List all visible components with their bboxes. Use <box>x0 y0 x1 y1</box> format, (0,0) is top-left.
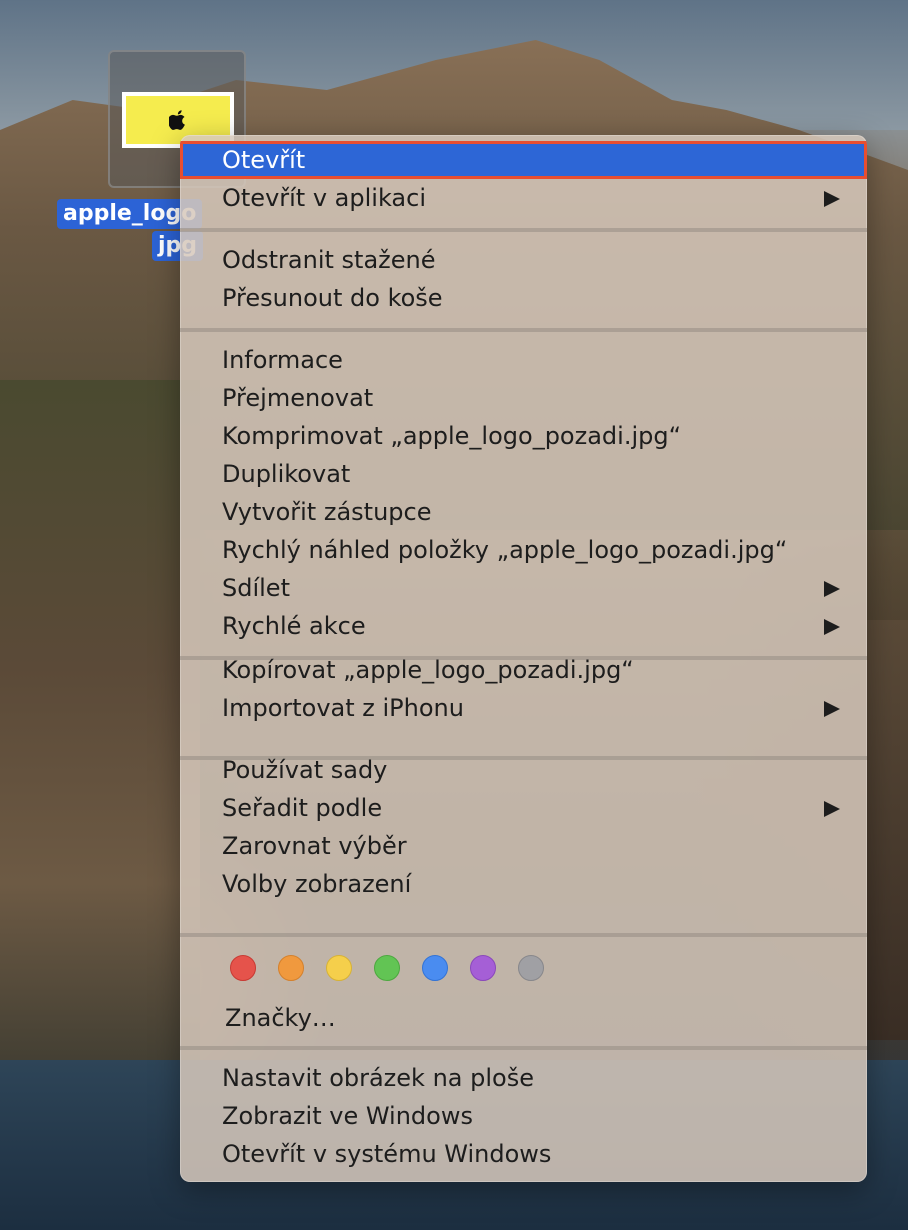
menu-item-1-0[interactable]: Odstranit stažené <box>180 241 867 279</box>
menu-item-label: Odstranit stažené <box>222 246 436 274</box>
menu-item-2-2[interactable]: Komprimovat „apple_logo_pozadi.jpg“ <box>180 417 867 455</box>
menu-separator <box>180 933 867 937</box>
submenu-arrow-icon <box>824 701 840 717</box>
menu-item-3-1[interactable]: Importovat z iPhonu <box>180 689 867 727</box>
menu-item-label: Zobrazit ve Windows <box>222 1102 473 1130</box>
context-menu: Značky… Otevřít Otevřít v aplikaci Odstran… <box>180 135 867 1182</box>
menu-item-label: Sdílet <box>222 574 290 602</box>
menu-item-2-7[interactable]: Rychlé akce <box>180 607 867 645</box>
menu-item-2-6[interactable]: Sdílet <box>180 569 867 607</box>
menu-item-1-1[interactable]: Přesunout do koše <box>180 279 867 317</box>
menu-item-2-4[interactable]: Vytvořit zástupce <box>180 493 867 531</box>
wallpaper-cliff <box>0 380 200 1100</box>
submenu-arrow-icon <box>824 581 840 597</box>
menu-item-0-1[interactable]: Otevřít v aplikaci <box>180 179 867 217</box>
menu-item-2-3[interactable]: Duplikovat <box>180 455 867 493</box>
menu-item-2-1[interactable]: Přejmenovat <box>180 379 867 417</box>
tag-red-icon[interactable] <box>230 955 256 981</box>
submenu-arrow-icon <box>824 801 840 817</box>
menu-separator <box>180 228 867 232</box>
menu-item-label: Používat sady <box>222 756 388 784</box>
menu-item-label: Zarovnat výběr <box>222 832 407 860</box>
menu-item-label: Volby zobrazení <box>222 870 412 898</box>
menu-item-label: Importovat z iPhonu <box>222 694 464 722</box>
menu-item-label: Informace <box>222 346 343 374</box>
menu-separator <box>180 1046 867 1050</box>
menu-item-label: Otevřít v aplikaci <box>222 184 426 212</box>
menu-item-label: Kopírovat „apple_logo_pozadi.jpg“ <box>222 656 634 684</box>
menu-item-label: Otevřít <box>222 146 306 174</box>
menu-item-label: Přesunout do koše <box>222 284 443 312</box>
menu-separator <box>180 328 867 332</box>
menu-item-label: Přejmenovat <box>222 384 374 412</box>
menu-item-label: Rychlý náhled položky „apple_logo_pozadi… <box>222 536 788 564</box>
menu-item-label: Rychlé akce <box>222 612 366 640</box>
menu-item-label: Komprimovat „apple_logo_pozadi.jpg“ <box>222 422 682 450</box>
tag-colors-row <box>180 955 867 989</box>
menu-item-4-3[interactable]: Volby zobrazení <box>180 865 867 903</box>
desktop-wallpaper: apple_logo jpg Značky… Otevřít Otevřít v … <box>0 0 908 1230</box>
tag-orange-icon[interactable] <box>278 955 304 981</box>
menu-item-3-0[interactable]: Kopírovat „apple_logo_pozadi.jpg“ <box>180 651 867 689</box>
menu-item-label: Nastavit obrázek na ploše <box>222 1064 534 1092</box>
menu-item-label: Vytvořit zástupce <box>222 498 432 526</box>
menu-item-2-5[interactable]: Rychlý náhled položky „apple_logo_pozadi… <box>180 531 867 569</box>
menu-item-4-2[interactable]: Zarovnat výběr <box>180 827 867 865</box>
menu-item-label: Seřadit podle <box>222 794 383 822</box>
tag-green-icon[interactable] <box>374 955 400 981</box>
submenu-arrow-icon <box>824 191 840 207</box>
menu-item-5-2[interactable]: Otevřít v systému Windows <box>180 1135 867 1173</box>
menu-item-label: Duplikovat <box>222 460 351 488</box>
tag-yellow-icon[interactable] <box>326 955 352 981</box>
apple-logo-icon <box>169 110 185 130</box>
menu-item-0-0[interactable]: Otevřít <box>180 141 867 179</box>
menu-item-5-0[interactable]: Nastavit obrázek na ploše <box>180 1059 867 1097</box>
menu-item-4-1[interactable]: Seřadit podle <box>180 789 867 827</box>
tags-menu-item[interactable]: Značky… <box>225 999 336 1037</box>
tag-blue-icon[interactable] <box>422 955 448 981</box>
tag-gray-icon[interactable] <box>518 955 544 981</box>
menu-item-4-0[interactable]: Používat sady <box>180 751 867 789</box>
wallpaper-cliff-right <box>860 620 908 1040</box>
submenu-arrow-icon <box>824 619 840 635</box>
menu-item-5-1[interactable]: Zobrazit ve Windows <box>180 1097 867 1135</box>
menu-item-label: Otevřít v systému Windows <box>222 1140 552 1168</box>
tag-purple-icon[interactable] <box>470 955 496 981</box>
menu-item-2-0[interactable]: Informace <box>180 341 867 379</box>
